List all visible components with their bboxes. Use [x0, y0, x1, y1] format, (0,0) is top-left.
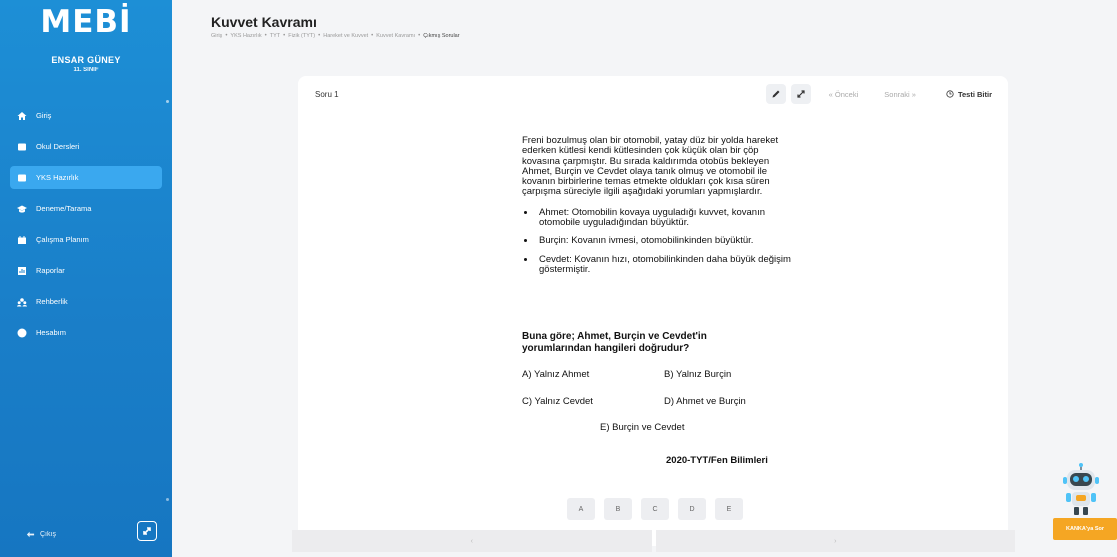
collapse-dot[interactable] [166, 100, 169, 103]
question-text: Freni bozulmuş olan bir otomobil, yatay … [522, 135, 792, 283]
breadcrumb-item[interactable]: Kuvvet Kavramı [376, 33, 415, 39]
question-pager: ‹ › [292, 530, 1015, 552]
app-logo[interactable]: MEBİ [0, 4, 172, 40]
question-toolbar: « Önceki Sonraki » Testi Bitir [761, 84, 992, 104]
sidebar-item-hesabim[interactable]: Hesabım [10, 321, 162, 344]
question-prompt: Buna göre; Ahmet, Burçin ve Cevdet'in yo… [522, 331, 707, 354]
next-button[interactable]: Sonraki » [884, 90, 916, 99]
clock-icon [946, 90, 954, 98]
comment-item: Cevdet: Kovanın hızı, otomobilinkinden d… [536, 254, 792, 276]
breadcrumb-separator: • [283, 33, 286, 39]
breadcrumb-item[interactable]: TYT [270, 33, 280, 39]
expand-button[interactable] [790, 84, 811, 104]
book-icon [16, 142, 28, 152]
finish-test-button[interactable]: Testi Bitir [946, 90, 992, 99]
breadcrumb-item[interactable]: Giriş [211, 33, 222, 39]
logout-label: Çıkış [40, 531, 56, 538]
option-a[interactable]: A) Yalnız Ahmet [522, 369, 589, 380]
sidebar-item-giris[interactable]: Giriş [10, 104, 162, 127]
question-number: Soru 1 [315, 90, 339, 99]
sidebar-item-label: Rehberlik [36, 297, 68, 306]
user-icon [16, 328, 28, 338]
fullscreen-button[interactable] [137, 521, 157, 541]
question-card: Soru 1 « Önceki Sonraki » Testi Bitir Fr… [298, 76, 1008, 546]
pen-button[interactable] [765, 84, 786, 104]
expand-icon [143, 527, 151, 535]
breadcrumb-separator: • [264, 33, 267, 39]
sidebar-item-label: Çalışma Planım [36, 235, 89, 244]
answer-button-e[interactable]: E [715, 498, 743, 520]
option-c[interactable]: C) Yalnız Cevdet [522, 396, 593, 407]
calendar-icon [16, 235, 28, 245]
pen-icon [772, 90, 780, 98]
sidebar-item-label: Hesabım [36, 328, 67, 337]
breadcrumb-separator: • [318, 33, 321, 39]
sidebar-item-label: Giriş [36, 111, 52, 120]
breadcrumb-separator: • [225, 33, 228, 39]
home-icon [16, 111, 28, 121]
user-class: 11. SINIF [73, 67, 99, 73]
ask-assistant-button[interactable]: KANKA'ya Sor [1053, 518, 1117, 540]
sidebar-item-rehberlik[interactable]: Rehberlik [10, 290, 162, 313]
question-body: Freni bozulmuş olan bir otomobil, yatay … [522, 135, 779, 198]
breadcrumb: Giriş • YKS Hazırlık • TYT • Fizik (TYT) • H… [211, 33, 463, 39]
sidebar-item-label: Raporlar [36, 266, 65, 275]
comment-item: Ahmet: Otomobilin kovaya uyguladığı kuvv… [536, 207, 792, 229]
robot-assistant-icon[interactable] [1058, 462, 1104, 518]
breadcrumb-separator: • [418, 33, 421, 39]
sidebar-item-label: YKS Hazırlık [36, 173, 79, 182]
sidebar: MEBİ ENSAR GÜNEY 11. SINIF Giriş Okul De… [0, 0, 172, 557]
answer-button-d[interactable]: D [678, 498, 706, 520]
sidebar-item-label: Okul Dersleri [36, 142, 80, 151]
question-source: 2020-TYT/Fen Bilimleri [666, 455, 768, 466]
users-icon [16, 297, 28, 307]
expand-icon [797, 90, 805, 98]
answer-button-a[interactable]: A [567, 498, 595, 520]
logout-icon [26, 531, 35, 538]
pager-previous[interactable]: ‹ [292, 530, 652, 552]
logout-button[interactable]: Çıkış [26, 530, 56, 539]
sidebar-item-yks-hazirlik[interactable]: YKS Hazırlık [10, 166, 162, 189]
answer-button-b[interactable]: B [604, 498, 632, 520]
report-icon [16, 266, 28, 276]
book-icon [16, 173, 28, 183]
sidebar-nav: Giriş Okul Dersleri YKS Hazırlık Deneme/… [10, 104, 162, 352]
answer-button-c[interactable]: C [641, 498, 669, 520]
option-d[interactable]: D) Ahmet ve Burçin [664, 396, 746, 407]
user-name: ENSAR GÜNEY [51, 55, 121, 65]
breadcrumb-item[interactable]: Fizik (TYT) [288, 33, 315, 39]
comment-item: Burçin: Kovanın ivmesi, otomobilinkinden… [536, 236, 792, 247]
question-comments: Ahmet: Otomobilin kovaya uyguladığı kuvv… [536, 207, 792, 276]
breadcrumb-item[interactable]: YKS Hazırlık [230, 33, 261, 39]
breadcrumb-item[interactable]: Hareket ve Kuvvet [323, 33, 368, 39]
pager-next[interactable]: › [655, 530, 1015, 552]
previous-button[interactable]: « Önceki [829, 90, 859, 99]
option-b[interactable]: B) Yalnız Burçin [664, 369, 731, 380]
sidebar-item-raporlar[interactable]: Raporlar [10, 259, 162, 282]
answer-buttons: A B C D E [567, 498, 752, 520]
breadcrumb-item-current: Çıkmış Sorular [423, 33, 460, 39]
option-e[interactable]: E) Burçin ve Cevdet [600, 422, 684, 433]
graduation-cap-icon [16, 204, 28, 214]
sidebar-item-okul-dersleri[interactable]: Okul Dersleri [10, 135, 162, 158]
sidebar-dot [166, 498, 169, 501]
breadcrumb-separator: • [371, 33, 374, 39]
sidebar-item-label: Deneme/Tarama [36, 204, 92, 213]
sidebar-item-calisma-planim[interactable]: Çalışma Planım [10, 228, 162, 251]
sidebar-item-deneme-tarama[interactable]: Deneme/Tarama [10, 197, 162, 220]
finish-test-label: Testi Bitir [957, 89, 992, 99]
page-title: Kuvvet Kavramı [211, 14, 317, 30]
